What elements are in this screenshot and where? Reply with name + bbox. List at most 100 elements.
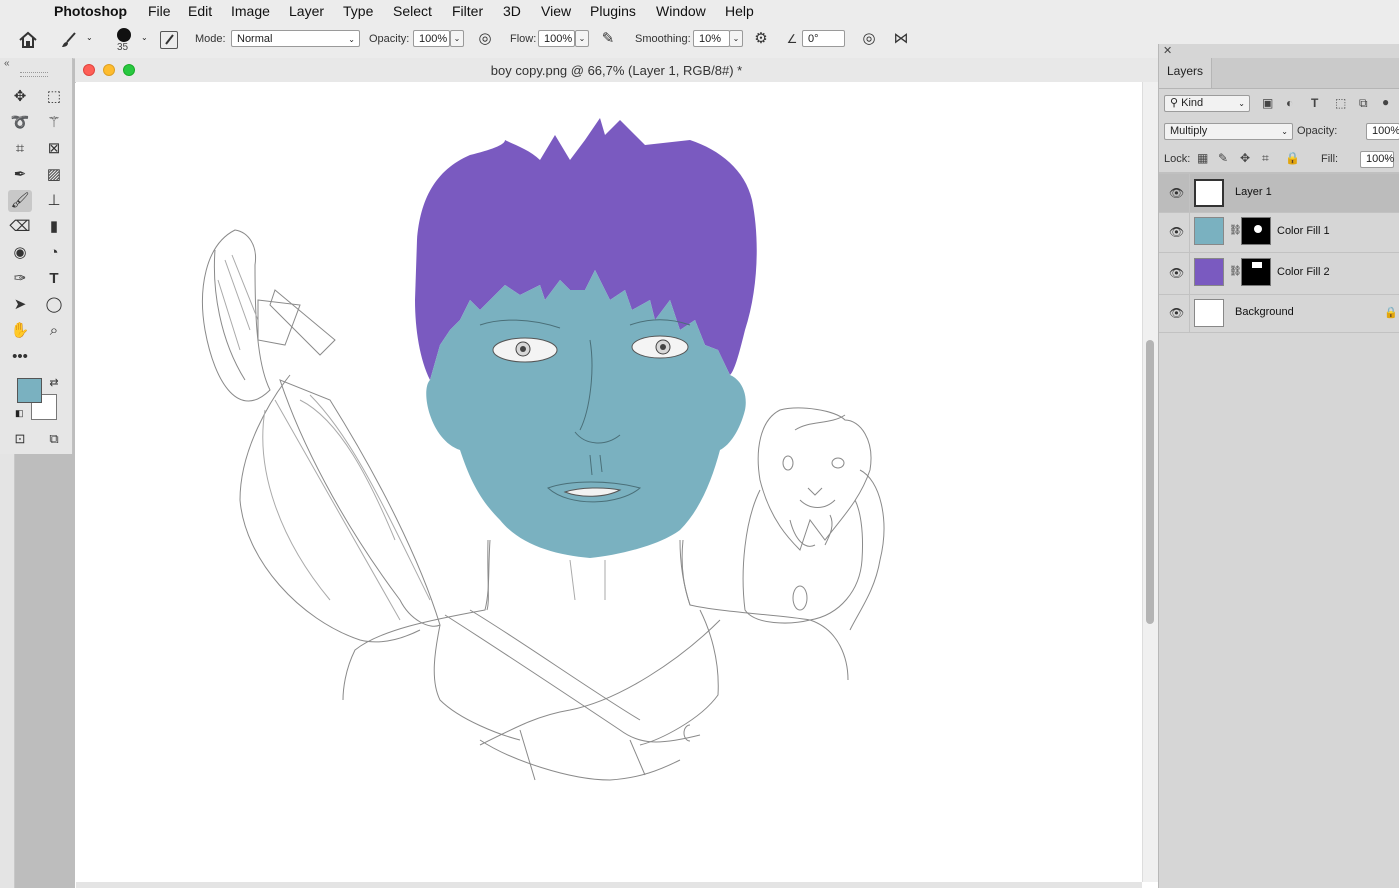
filter-type-icon[interactable]: T <box>1311 96 1318 110</box>
layer-row-color-fill-1[interactable]: 👁 ⛓ Color Fill 1 <box>1159 212 1399 253</box>
menu-3d[interactable]: 3D <box>503 3 521 19</box>
lock-image-icon[interactable]: ✎ <box>1218 151 1228 165</box>
menu-select[interactable]: Select <box>393 3 432 19</box>
filter-kind-select[interactable]: ⚲ Kind ⌄ <box>1164 95 1250 112</box>
filter-shape-icon[interactable]: ⬚ <box>1335 96 1346 110</box>
frame-tool-icon[interactable]: ⊠ <box>42 138 66 160</box>
panel-grip[interactable] <box>20 72 48 77</box>
hand-tool-icon[interactable]: ✋ <box>8 320 32 342</box>
side-strip <box>0 454 15 888</box>
crop-tool-icon[interactable]: ⌗ <box>8 138 32 160</box>
lock-transparent-icon[interactable]: ▦ <box>1197 151 1208 165</box>
eraser-tool-icon[interactable]: ⌫ <box>8 216 32 238</box>
blur-tool-icon[interactable]: ◉ <box>8 242 32 264</box>
layer-opacity-input[interactable]: 100% <box>1366 123 1399 140</box>
layer-opacity-label: Opacity: <box>1297 125 1338 137</box>
home-icon[interactable] <box>18 31 38 49</box>
lock-position-icon[interactable]: ✥ <box>1240 151 1250 165</box>
eye-icon[interactable]: 👁 <box>1169 266 1184 280</box>
filter-smart-object-icon[interactable]: ⧉ <box>1359 96 1368 111</box>
lock-artboard-icon[interactable]: ⌗ <box>1262 151 1269 166</box>
menu-plugins[interactable]: Plugins <box>590 3 636 19</box>
eye-icon[interactable]: 👁 <box>1169 186 1184 200</box>
foreground-color-swatch[interactable] <box>17 378 42 403</box>
lasso-tool-icon[interactable]: ➰ <box>8 112 32 134</box>
brush-tool-preset-icon[interactable] <box>60 31 78 49</box>
brush-tool-icon[interactable]: 🖌 <box>8 190 32 212</box>
chevron-down-icon[interactable]: ⌄ <box>1383 153 1390 162</box>
zoom-tool-icon[interactable]: ⌕ <box>42 320 66 342</box>
fill-color-thumbnail[interactable] <box>1194 258 1224 286</box>
opacity-input[interactable]: 100% <box>413 30 450 47</box>
gradient-tool-icon[interactable]: ▮ <box>42 216 66 238</box>
smoothing-dropdown[interactable]: ⌄ <box>729 30 743 47</box>
pen-tool-icon[interactable]: ✑ <box>8 268 32 290</box>
pressure-opacity-icon[interactable]: ◎ <box>475 29 495 49</box>
link-icon[interactable]: ⛓ <box>1229 266 1242 277</box>
type-tool-icon[interactable]: T <box>42 268 66 290</box>
chevron-down-icon[interactable]: ⌄ <box>141 33 148 42</box>
layer-mask-thumbnail[interactable] <box>1241 258 1271 286</box>
menu-window[interactable]: Window <box>656 3 706 19</box>
menu-image[interactable]: Image <box>231 3 270 19</box>
blend-mode-select[interactable]: Multiply ⌄ <box>1164 123 1293 140</box>
menu-app[interactable]: Photoshop <box>54 3 127 19</box>
lock-all-icon[interactable]: 🔒 <box>1285 151 1300 165</box>
swap-colors-icon[interactable]: ⇄ <box>42 372 66 394</box>
move-tool-icon[interactable]: ✥ <box>8 86 32 108</box>
layer-row-layer-1[interactable]: 👁 Layer 1 <box>1159 174 1399 213</box>
stamp-tool-icon[interactable]: ⊥ <box>42 190 66 212</box>
canvas[interactable] <box>76 82 1142 882</box>
collapse-icon[interactable]: « <box>4 58 10 69</box>
menu-help[interactable]: Help <box>725 3 754 19</box>
chevron-down-icon[interactable]: ⌄ <box>86 33 93 42</box>
tab-layers[interactable]: Layers <box>1159 58 1212 88</box>
pressure-size-icon[interactable]: ◎ <box>859 29 879 49</box>
magic-wand-tool-icon[interactable]: ⚚ <box>42 112 66 134</box>
more-tools-icon[interactable]: ••• <box>8 346 32 368</box>
ellipse-tool-icon[interactable]: ◯ <box>42 294 66 316</box>
marquee-tool-icon[interactable]: ⬚ <box>42 86 66 108</box>
menu-type[interactable]: Type <box>343 3 373 19</box>
eyedropper-tool-icon[interactable]: ✒ <box>8 164 32 186</box>
layer-mask-thumbnail[interactable] <box>1241 217 1271 245</box>
dodge-tool-icon[interactable]: ◔ <box>42 242 66 264</box>
close-panel-icon[interactable]: ✕ <box>1163 44 1172 57</box>
layer-row-color-fill-2[interactable]: 👁 ⛓ Color Fill 2 <box>1159 252 1399 295</box>
default-colors-icon[interactable]: ◧ <box>15 408 24 419</box>
menu-view[interactable]: View <box>541 3 571 19</box>
mode-select[interactable]: Normal ⌄ <box>231 30 360 47</box>
chevron-down-icon: ⌄ <box>1238 99 1245 108</box>
angle-input[interactable]: 0° <box>802 30 845 47</box>
menu-file[interactable]: File <box>148 3 171 19</box>
quick-mask-icon[interactable]: ⊡ <box>8 428 32 450</box>
divider <box>1189 174 1190 212</box>
menu-edit[interactable]: Edit <box>188 3 212 19</box>
link-icon[interactable]: ⛓ <box>1229 225 1242 236</box>
chevron-down-icon: ⌄ <box>1281 127 1288 136</box>
brush-settings-icon[interactable] <box>160 31 178 49</box>
eye-icon[interactable]: 👁 <box>1169 306 1184 320</box>
airbrush-icon[interactable]: ✎ <box>598 29 618 49</box>
screen-mode-icon[interactable]: ⧉ <box>42 428 66 450</box>
menu-layer[interactable]: Layer <box>289 3 324 19</box>
gear-icon[interactable]: ⚙ <box>751 29 771 49</box>
healing-brush-tool-icon[interactable]: ▨ <box>42 164 66 186</box>
flow-dropdown[interactable]: ⌄ <box>575 30 589 47</box>
symmetry-icon[interactable]: ⋈ <box>891 29 911 49</box>
menu-filter[interactable]: Filter <box>452 3 483 19</box>
filter-adjustment-icon[interactable]: ◐ <box>1286 96 1293 110</box>
layer-thumbnail <box>1194 299 1224 327</box>
brush-preview-icon[interactable] <box>117 28 131 42</box>
opacity-dropdown[interactable]: ⌄ <box>450 30 464 47</box>
vertical-scroll-thumb[interactable] <box>1146 340 1154 624</box>
path-selection-tool-icon[interactable]: ➤ <box>8 294 32 316</box>
fill-color-thumbnail[interactable] <box>1194 217 1224 245</box>
eye-icon[interactable]: 👁 <box>1169 225 1184 239</box>
mode-label: Mode: <box>195 33 226 45</box>
layer-row-background[interactable]: 👁 Background 🔒 <box>1159 294 1399 333</box>
smoothing-input[interactable]: 10% <box>693 30 730 47</box>
filter-pixel-icon[interactable]: ▣ <box>1262 96 1273 110</box>
flow-input[interactable]: 100% <box>538 30 575 47</box>
filter-toggle-icon[interactable]: ● <box>1382 95 1389 109</box>
